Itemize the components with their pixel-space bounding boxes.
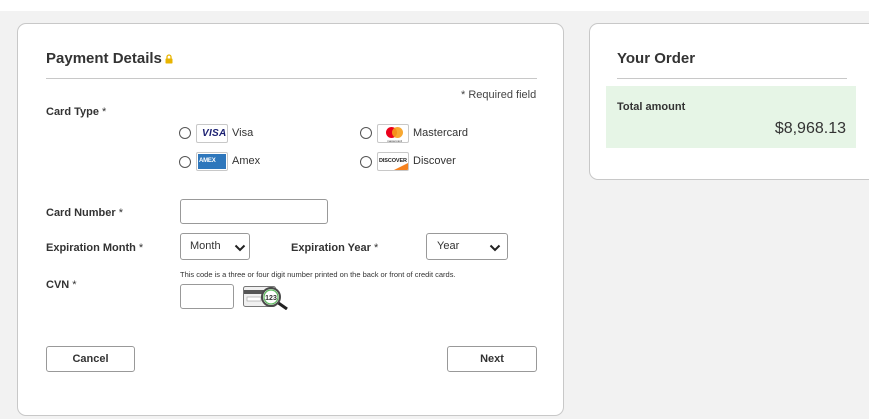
radio-discover[interactable]	[360, 156, 372, 168]
expiration-year-value: Year	[437, 240, 460, 252]
total-amount-value: $8,968.13	[774, 120, 846, 137]
cvn-input[interactable]	[180, 284, 234, 309]
card-type-label-text: Card Type	[46, 106, 99, 118]
cvn-hint: This code is a three or four digit numbe…	[180, 270, 456, 279]
required-star: *	[118, 207, 124, 219]
discover-logo-icon: DISCOVER	[377, 152, 409, 171]
total-amount-box	[606, 86, 856, 148]
cvn-label-text: CVN	[46, 279, 70, 291]
top-strip	[0, 0, 869, 11]
discover-logo-text: DISCOVER	[379, 158, 407, 164]
radio-mastercard[interactable]	[360, 127, 372, 139]
expiration-month-label-text: Expiration Month	[46, 242, 136, 254]
chevron-down-icon	[234, 244, 246, 252]
radio-amex[interactable]	[179, 156, 191, 168]
amex-logo-icon: AMEX	[196, 152, 228, 171]
visa-label[interactable]: Visa	[232, 127, 253, 139]
cvn-image-digits: 123	[265, 295, 277, 302]
required-star: *	[102, 106, 107, 118]
expiration-year-label: Expiration Year *	[291, 242, 378, 254]
card-type-label: Card Type *	[46, 106, 106, 118]
mastercard-label[interactable]: Mastercard	[413, 127, 468, 139]
discover-label[interactable]: Discover	[413, 155, 456, 167]
amex-label[interactable]: Amex	[232, 155, 260, 167]
card-number-label: Card Number *	[46, 207, 123, 219]
expiration-month-select[interactable]: Month	[180, 233, 250, 260]
payment-title-text: Payment Details	[46, 50, 162, 67]
discover-stripe	[394, 163, 408, 170]
required-star: *	[72, 279, 77, 291]
visa-logo-text: VISA	[202, 128, 227, 139]
next-button[interactable]: Next	[447, 346, 537, 372]
cancel-button[interactable]: Cancel	[46, 346, 135, 372]
lock-icon	[165, 51, 173, 64]
cvn-label: CVN *	[46, 279, 77, 291]
expiration-month-value: Month	[190, 240, 221, 252]
amex-logo-text: AMEX	[199, 158, 216, 164]
visa-logo-icon: VISA	[196, 124, 228, 143]
payment-details-title: Payment Details	[46, 50, 173, 67]
card-number-label-text: Card Number	[46, 207, 116, 219]
required-star: *	[373, 242, 379, 254]
mastercard-logo-text: mastercard	[387, 139, 403, 143]
payment-title-divider	[46, 78, 537, 79]
expiration-month-label: Expiration Month *	[46, 242, 143, 254]
required-field-note: * Required field	[461, 89, 537, 101]
chevron-down-icon	[489, 244, 501, 252]
total-amount-label: Total amount	[617, 101, 686, 113]
cvn-card-magnifier-icon: 123	[243, 286, 288, 310]
mastercard-logo-icon: mastercard	[377, 124, 409, 143]
card-number-input[interactable]	[180, 199, 328, 224]
your-order-title: Your Order	[617, 50, 696, 67]
required-star: *	[138, 242, 144, 254]
order-title-divider	[617, 78, 847, 79]
expiration-year-label-text: Expiration Year	[291, 242, 371, 254]
expiration-year-select[interactable]: Year	[426, 233, 508, 260]
radio-visa[interactable]	[179, 127, 191, 139]
mastercard-yellow-circle	[392, 127, 403, 138]
